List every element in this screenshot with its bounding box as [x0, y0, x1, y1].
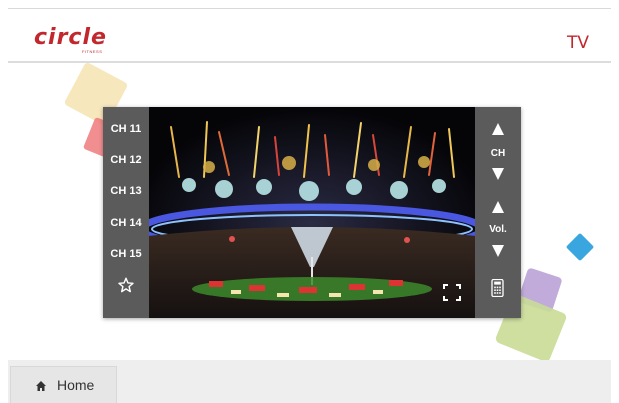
circle-logo: circle FITNESS — [34, 25, 107, 54]
volume-label: Vol. — [489, 224, 507, 235]
channel-label: CH — [490, 148, 506, 159]
channel-list: CH 11 CH 12 CH 13 CH 14 CH 15 — [103, 107, 149, 318]
home-icon — [36, 381, 46, 391]
video-feed[interactable] — [149, 107, 475, 318]
logo-subtitle: FITNESS — [82, 49, 103, 54]
channel-button[interactable]: CH 14 — [103, 217, 149, 229]
page-title: TV — [566, 33, 589, 53]
channel-button[interactable]: CH 13 — [103, 185, 149, 197]
channel-button[interactable]: CH 11 — [103, 123, 149, 135]
footer-bar: Home — [8, 360, 611, 403]
remote-controls: CH Vol. — [475, 107, 521, 318]
app-header: circle FITNESS TV — [8, 9, 611, 63]
tv-player: CH 11 CH 12 CH 13 CH 14 CH 15 CH Vol. — [103, 107, 521, 318]
home-label: Home — [57, 377, 95, 393]
volume-down-button[interactable] — [475, 245, 521, 257]
arrow-down-icon — [492, 168, 504, 180]
home-button[interactable]: Home — [10, 366, 117, 403]
stadium-fireworks-image — [149, 107, 475, 318]
logo-text: circle — [34, 25, 107, 50]
fullscreen-icon[interactable] — [443, 284, 461, 301]
channel-button[interactable]: CH 12 — [103, 154, 149, 166]
decorative-tile — [565, 232, 595, 262]
channel-up-button[interactable] — [475, 123, 521, 135]
channel-down-button[interactable] — [475, 168, 521, 180]
remote-icon[interactable] — [491, 279, 504, 297]
channel-button[interactable]: CH 15 — [103, 248, 149, 260]
arrow-up-icon — [492, 123, 504, 135]
favorite-star-icon[interactable] — [118, 277, 134, 293]
arrow-up-icon — [492, 201, 504, 213]
volume-up-button[interactable] — [475, 201, 521, 213]
arrow-down-icon — [492, 245, 504, 257]
